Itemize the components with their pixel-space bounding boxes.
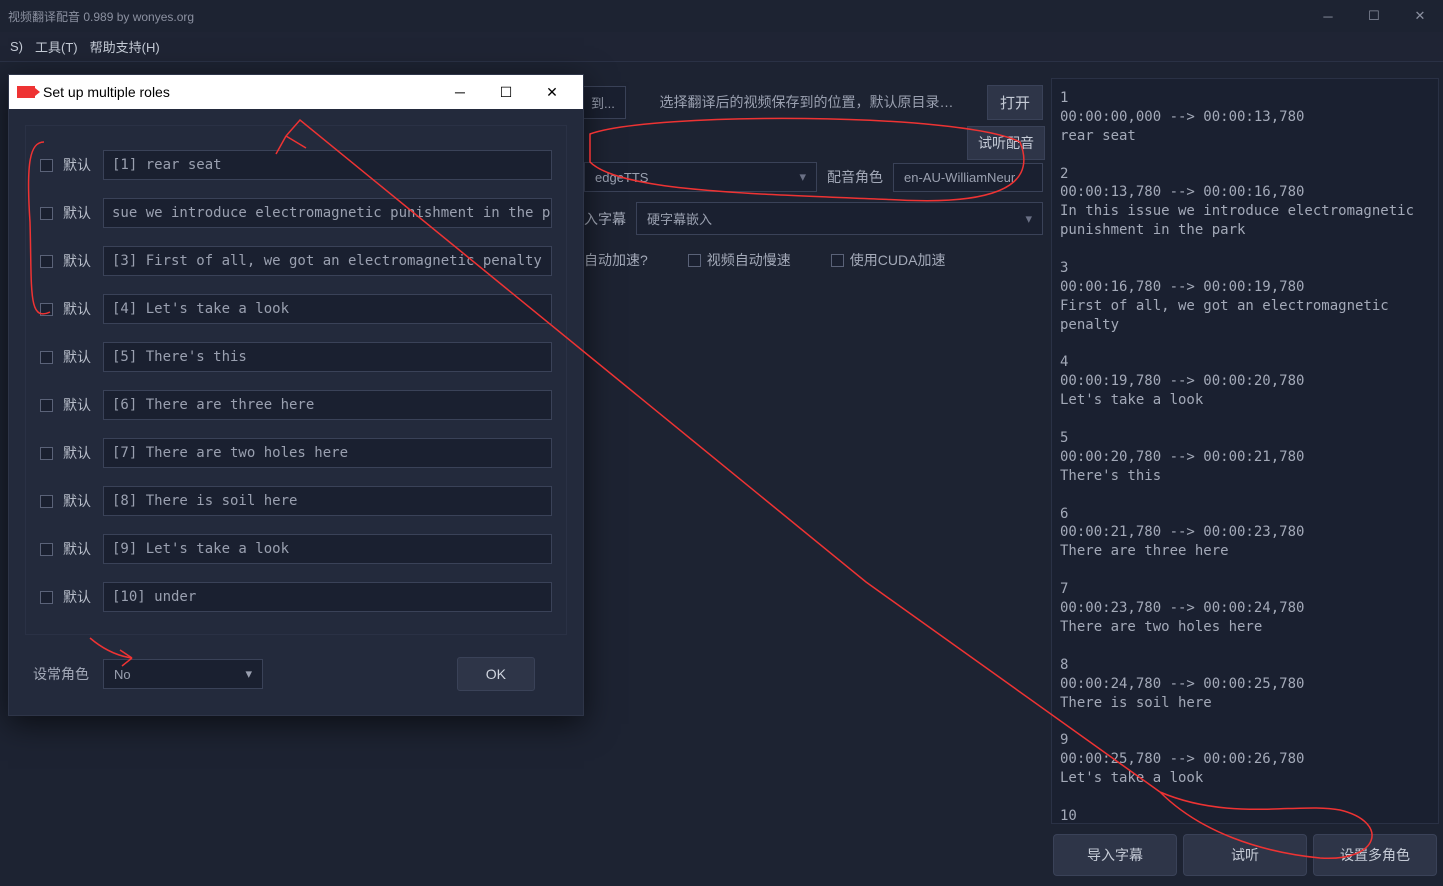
role-text-input[interactable]: [7] There are two holes here (103, 438, 552, 468)
role-default-label: 默认 (63, 347, 93, 367)
chevron-down-icon: ▾ (799, 169, 806, 185)
role-checkbox[interactable] (40, 447, 53, 460)
role-row: 默认 [7] There are two holes here (40, 438, 552, 468)
subtitle-textarea[interactable]: 1 00:00:00,000 --> 00:00:13,780 rear sea… (1051, 78, 1439, 824)
titlebar: 视频翻译配音 0.989 by wonyes.org ─ ☐ ✕ (0, 0, 1443, 32)
role-text-input[interactable]: [4] Let's take a look (103, 294, 552, 324)
menubar: S) 工具(T) 帮助支持(H) (0, 32, 1443, 62)
role-checkbox[interactable] (40, 591, 53, 604)
role-checkbox[interactable] (40, 303, 53, 316)
close-button[interactable]: ✕ (1397, 0, 1443, 32)
role-default-label: 默认 (63, 539, 93, 559)
role-row: 默认 [9] Let's take a look (40, 534, 552, 564)
menu-item[interactable]: 帮助支持(H) (84, 37, 166, 56)
subtitle-panel: 1 00:00:00,000 --> 00:00:13,780 rear sea… (1051, 78, 1439, 880)
role-checkbox[interactable] (40, 159, 53, 172)
role-checkbox[interactable] (40, 495, 53, 508)
role-default-label: 默认 (63, 443, 93, 463)
role-checkbox[interactable] (40, 207, 53, 220)
role-text-input[interactable]: [10] under (103, 582, 552, 612)
set-role-value: No (114, 667, 131, 682)
role-row: 默认 [3] First of all, we got an electromag… (40, 246, 552, 276)
menu-item[interactable]: S) (4, 39, 29, 54)
set-multi-role-button[interactable]: 设置多角色 (1313, 834, 1437, 876)
subtitle-mode-value: 硬字幕嵌入 (647, 209, 712, 228)
menu-item[interactable]: 工具(T) (29, 37, 84, 56)
role-default-label: 默认 (63, 587, 93, 607)
ok-button[interactable]: OK (457, 657, 535, 691)
role-row: 默认 [5] There's this (40, 342, 552, 372)
set-role-label: 设常角色 (33, 664, 89, 684)
set-role-select[interactable]: No ▾ (103, 659, 263, 689)
tts-engine-value: edgeTTS (595, 170, 648, 185)
role-row: 默认 [4] Let's take a look (40, 294, 552, 324)
voice-label: 配音角色 (827, 167, 883, 187)
save-hint: 选择翻译后的视频保存到的位置，默认原目录… (634, 92, 979, 112)
modal-close-button[interactable]: ✕ (529, 75, 575, 109)
role-text-input[interactable]: [8] There is soil here (103, 486, 552, 516)
auto-accel-label: 自动加速? (584, 250, 648, 270)
auto-slow-checkbox[interactable] (688, 254, 701, 267)
maximize-button[interactable]: ☐ (1351, 0, 1397, 32)
tts-engine-select[interactable]: edgeTTS ▾ (584, 162, 817, 192)
modal-maximize-button[interactable]: ☐ (483, 75, 529, 109)
to-dropdown[interactable]: 到... (580, 86, 626, 119)
preview-button[interactable]: 试听 (1183, 834, 1307, 876)
role-text-input[interactable]: [3] First of all, we got an electromagne… (103, 246, 552, 276)
role-text-input[interactable]: [9] Let's take a look (103, 534, 552, 564)
minimize-button[interactable]: ─ (1305, 0, 1351, 32)
role-text-input[interactable]: [1] rear seat (103, 150, 552, 180)
modal-minimize-button[interactable]: ─ (437, 75, 483, 109)
to-label: 到... (591, 93, 615, 112)
role-default-label: 默认 (63, 299, 93, 319)
role-text-input[interactable]: [6] There are three here (103, 390, 552, 420)
role-row: 默认 [1] rear seat (40, 150, 552, 180)
role-default-label: 默认 (63, 203, 93, 223)
role-default-label: 默认 (63, 395, 93, 415)
modal-titlebar: Set up multiple roles ─ ☐ ✕ (9, 75, 583, 109)
role-checkbox[interactable] (40, 351, 53, 364)
open-button[interactable]: 打开 (987, 85, 1043, 120)
app-title: 视频翻译配音 0.989 by wonyes.org (8, 8, 194, 25)
modal-title-text: Set up multiple roles (43, 84, 170, 100)
role-text-input[interactable]: [5] There's this (103, 342, 552, 372)
auto-slow-label: 视频自动慢速 (707, 250, 791, 270)
cuda-label: 使用CUDA加速 (850, 250, 946, 270)
voice-value: en-AU-WilliamNeur (904, 170, 1015, 185)
voice-select[interactable]: en-AU-WilliamNeur (893, 163, 1043, 192)
role-default-label: 默认 (63, 491, 93, 511)
role-text-input[interactable]: sue we introduce electromagnetic punishm… (103, 198, 552, 228)
multi-role-modal: Set up multiple roles ─ ☐ ✕ 默认 [1] rear s… (8, 74, 584, 716)
camera-icon (17, 86, 35, 98)
cuda-checkbox[interactable] (831, 254, 844, 267)
chevron-down-icon: ▾ (1025, 211, 1032, 227)
role-row: 默认 sue we introduce electromagnetic punis… (40, 198, 552, 228)
role-row: 默认 [10] under (40, 582, 552, 612)
role-row: 默认 [6] There are three here (40, 390, 552, 420)
import-subtitle-button[interactable]: 导入字幕 (1053, 834, 1177, 876)
role-default-label: 默认 (63, 251, 93, 271)
role-default-label: 默认 (63, 155, 93, 175)
role-checkbox[interactable] (40, 255, 53, 268)
role-checkbox[interactable] (40, 399, 53, 412)
subtitle-mode-label: 入字幕 (584, 209, 626, 229)
role-row: 默认 [8] There is soil here (40, 486, 552, 516)
chevron-down-icon: ▾ (245, 666, 252, 682)
subtitle-mode-select[interactable]: 硬字幕嵌入 ▾ (636, 202, 1043, 235)
test-listen-button[interactable]: 试听配音 (967, 126, 1045, 160)
role-checkbox[interactable] (40, 543, 53, 556)
